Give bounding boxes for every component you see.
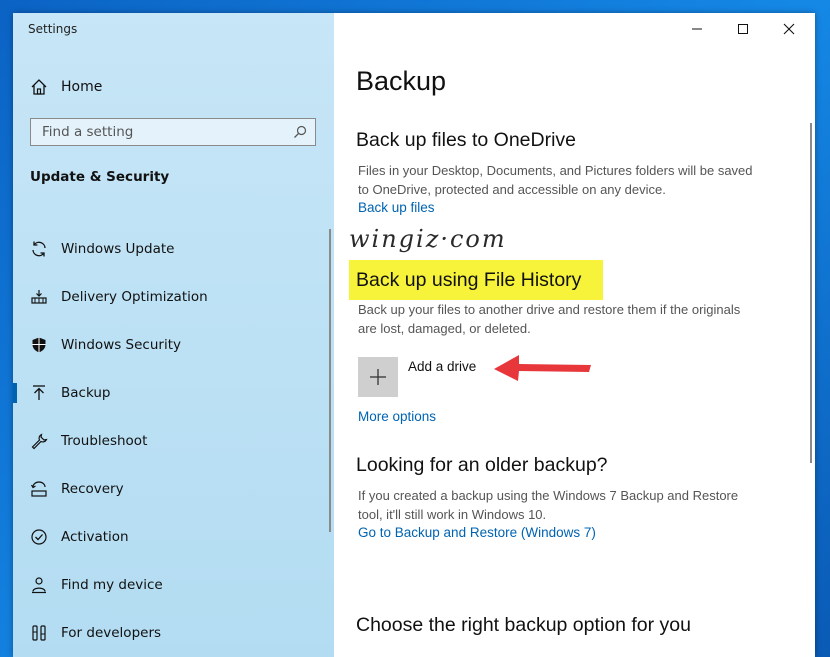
sync-icon	[32, 241, 46, 257]
delivery-optimization-icon	[31, 290, 47, 304]
backup-restore-link[interactable]: Go to Backup and Restore (Windows 7)	[358, 525, 596, 540]
content-scrollbar[interactable]	[810, 123, 812, 463]
sidebar-item-label: Recovery	[61, 481, 124, 497]
sidebar-item-windows-update[interactable]: Windows Update	[13, 225, 334, 273]
onedrive-heading: Back up files to OneDrive	[356, 129, 577, 151]
person-location-icon	[32, 577, 46, 594]
developer-tools-icon	[32, 625, 46, 641]
sidebar-item-label: Windows Security	[61, 337, 181, 353]
search-placeholder: Find a setting	[42, 124, 134, 140]
watermark: wingiz·com	[349, 225, 507, 253]
check-circle-icon	[31, 529, 47, 545]
home-icon	[31, 79, 47, 95]
home-label: Home	[61, 79, 103, 95]
back-up-files-link[interactable]: Back up files	[358, 200, 435, 215]
sidebar-item-label: Delivery Optimization	[61, 289, 208, 305]
backup-arrow-icon	[33, 385, 45, 400]
wrench-icon	[31, 433, 48, 450]
sidebar-item-recovery[interactable]: Recovery	[13, 465, 334, 513]
main-content: Backup Back up files to OneDrive Files i…	[334, 13, 815, 657]
search-icon[interactable]	[293, 125, 307, 139]
older-backup-heading: Looking for an older backup?	[356, 454, 608, 476]
sidebar-scrollbar[interactable]	[329, 229, 331, 532]
sidebar-item-for-developers[interactable]: For developers	[13, 609, 334, 657]
minimize-icon	[692, 28, 702, 30]
sidebar-item-delivery-optimization[interactable]: Delivery Optimization	[13, 273, 334, 321]
older-backup-desc-line2: tool, it'll still work in Windows 10.	[358, 506, 547, 522]
sidebar-item-label: Find my device	[61, 577, 163, 593]
red-arrow-annotation	[494, 355, 591, 381]
add-drive-button[interactable]	[358, 357, 398, 397]
sidebar-item-label: Activation	[61, 529, 129, 545]
maximize-icon	[738, 24, 748, 34]
sidebar-item-troubleshoot[interactable]: Troubleshoot	[13, 417, 334, 465]
sidebar-item-find-my-device[interactable]: Find my device	[13, 561, 334, 609]
sidebar-nav: Windows Update Delivery Optimization Win…	[13, 225, 334, 657]
close-icon	[783, 23, 795, 35]
recovery-icon	[30, 481, 47, 497]
settings-window: Settings Home Find a setting Update & Se…	[13, 13, 815, 657]
page-title: Backup	[356, 66, 447, 96]
sidebar-item-label: For developers	[61, 625, 162, 641]
plus-icon	[370, 369, 386, 385]
sidebar-item-activation[interactable]: Activation	[13, 513, 334, 561]
shield-icon	[32, 337, 46, 353]
sidebar-item-backup[interactable]: Backup	[13, 369, 334, 417]
sidebar-item-label: Troubleshoot	[61, 433, 148, 449]
file-history-description: Back up your files to another drive and …	[358, 301, 798, 338]
older-backup-desc-line1: If you created a backup using the Window…	[358, 488, 739, 503]
older-backup-description: If you created a backup using the Window…	[358, 487, 798, 524]
onedrive-desc-line2: to OneDrive, protected and accessible on…	[358, 181, 666, 197]
choose-option-heading: Choose the right backup option for you	[356, 614, 691, 636]
file-history-heading: Back up using File History	[356, 269, 582, 291]
more-options-link[interactable]: More options	[358, 409, 436, 424]
maximize-button[interactable]	[720, 13, 766, 45]
file-history-desc-line1: Back up your files to another drive and …	[358, 302, 741, 317]
onedrive-desc-line1: Files in your Desktop, Documents, and Pi…	[358, 163, 753, 178]
home-nav-item[interactable]: Home	[30, 76, 320, 98]
sidebar-item-label: Backup	[61, 385, 111, 401]
add-drive-label[interactable]: Add a drive	[408, 359, 476, 374]
section-title: Update & Security	[30, 169, 170, 185]
file-history-desc-line2: are lost, damaged, or deleted.	[358, 320, 531, 336]
sidebar-item-windows-security[interactable]: Windows Security	[13, 321, 334, 369]
onedrive-description: Files in your Desktop, Documents, and Pi…	[358, 162, 798, 199]
minimize-button[interactable]	[674, 13, 720, 45]
close-button[interactable]	[766, 13, 812, 45]
search-input[interactable]: Find a setting	[30, 118, 316, 146]
app-title: Settings	[28, 22, 78, 36]
sidebar-item-label: Windows Update	[61, 241, 175, 257]
sidebar: Settings Home Find a setting Update & Se…	[13, 13, 334, 657]
